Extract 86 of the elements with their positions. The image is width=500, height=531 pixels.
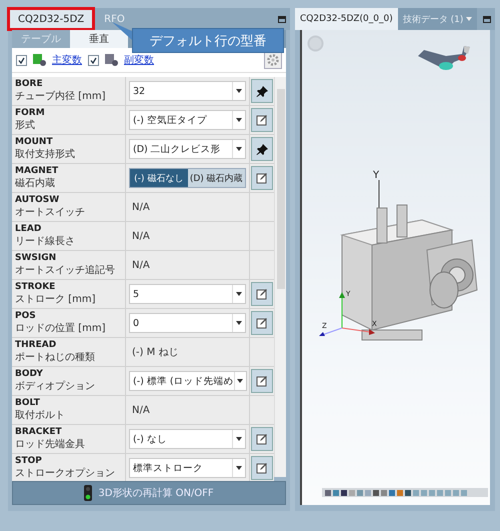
checkbox[interactable]	[16, 54, 27, 66]
maximize-icon[interactable]	[483, 16, 491, 22]
caret-icon[interactable]	[236, 118, 242, 122]
edit-button[interactable]	[251, 311, 273, 335]
parameter-name: 取付支持形式	[15, 148, 76, 161]
edit-icon	[256, 375, 268, 387]
caret-icon	[466, 17, 472, 21]
caret-icon[interactable]	[236, 466, 242, 470]
axis-label: Y	[373, 170, 380, 181]
parameter-name: ロッド先端金具	[15, 438, 86, 451]
dropdown-field[interactable]: (-) 標準 (ロッド先端め	[129, 371, 247, 391]
parameter-code: POS	[15, 311, 37, 321]
parameter-code: LEAD	[15, 224, 42, 234]
edit-icon	[256, 462, 268, 474]
annotation-callout: デフォルト行の型番	[132, 28, 284, 53]
dropdown-field[interactable]: 0	[129, 313, 246, 333]
value-text: N/A	[131, 404, 150, 416]
settings-icon	[267, 54, 279, 66]
edit-icon	[256, 114, 268, 126]
parameter-name: オートスイッチ追記号	[15, 264, 116, 277]
dropdown-field[interactable]: 32	[129, 81, 246, 101]
variable-link[interactable]: 主変数	[52, 53, 82, 67]
parameter-name: 取付ボルト	[15, 409, 66, 422]
edit-button[interactable]	[251, 282, 273, 306]
scrollbar[interactable]	[274, 77, 286, 477]
traffic-light-icon	[84, 485, 92, 501]
pin-icon	[256, 142, 268, 156]
caret-icon[interactable]	[237, 379, 244, 383]
parameter-code: MAGNET	[15, 166, 60, 176]
variable-icon	[105, 54, 118, 66]
view-tab[interactable]: 垂直	[70, 30, 128, 48]
parameter-name: リード線長さ	[15, 235, 76, 248]
edit-button[interactable]	[251, 369, 273, 393]
parameter-name: チューブ内径 [mm]	[15, 90, 106, 103]
dropdown-field[interactable]: 標準ストローク	[129, 458, 246, 478]
dropdown-field[interactable]: (D) 二山クレビス形	[129, 139, 246, 159]
parameter-name: ポートねじの種類	[15, 350, 96, 364]
viewer-tab[interactable]: CQ2D32-5DZ(0_0_0)	[295, 8, 398, 30]
edit-icon	[256, 172, 268, 184]
value-text: N/A	[131, 260, 150, 270]
parameter-name: オートスイッチ	[15, 206, 86, 219]
parameter-name: ストローク [mm]	[15, 293, 96, 306]
parameter-code: SWSIGN	[15, 253, 58, 263]
checkbox[interactable]	[88, 54, 99, 66]
value-text: N/A	[131, 202, 150, 212]
toggle-option[interactable]: (-) 磁石なし	[130, 169, 188, 187]
edit-button[interactable]	[251, 166, 273, 190]
parameter-code: BOLT	[15, 398, 41, 408]
value-text: N/A	[131, 230, 150, 242]
edit-icon	[256, 433, 268, 445]
parameter-name: ロッドの位置 [mm]	[15, 322, 106, 335]
pin-icon	[256, 84, 268, 98]
parameter-code: MOUNT	[15, 137, 54, 147]
parameter-name: 形式	[15, 118, 36, 132]
parameter-code: AUTOSW	[15, 195, 60, 205]
variable-icon	[33, 54, 46, 66]
dropdown-field[interactable]: (-) なし	[129, 429, 246, 449]
parameter-name: 磁石内蔵	[15, 176, 56, 190]
dropdown-field[interactable]: (-) 空気圧タイプ	[129, 110, 246, 130]
variable-link[interactable]: 副変数	[124, 53, 154, 67]
parameter-code: BODY	[15, 369, 44, 379]
parameter-code: FORM	[15, 108, 46, 118]
edit-icon	[256, 317, 268, 329]
edit-button[interactable]	[251, 456, 273, 480]
parameter-code: BORE	[15, 79, 44, 89]
caret-icon[interactable]	[236, 292, 242, 296]
caret-icon[interactable]	[236, 437, 242, 441]
document-tab[interactable]: CQ2D32-5DZ	[8, 8, 94, 30]
parameter-name: ストロークオプション	[15, 466, 116, 480]
value-text: (-) M ねじ	[131, 346, 178, 359]
pin-button[interactable]	[251, 79, 273, 103]
caret-icon[interactable]	[236, 321, 242, 325]
maximize-icon[interactable]	[278, 16, 286, 22]
parameter-name: ボディオプション	[15, 380, 96, 393]
parameter-code: STROKE	[15, 282, 56, 292]
caret-icon[interactable]	[236, 89, 242, 93]
pin-button[interactable]	[251, 137, 273, 161]
caret-icon[interactable]	[236, 147, 242, 151]
parameter-code: STOP	[15, 456, 43, 466]
edit-button[interactable]	[251, 427, 273, 451]
edit-button[interactable]	[251, 108, 273, 132]
toggle-option[interactable]: (D) 磁石内蔵	[188, 169, 245, 187]
parameter-code: THREAD	[15, 340, 58, 350]
dropdown-field[interactable]: 5	[129, 284, 246, 304]
edit-icon	[256, 288, 268, 300]
parameter-code: BRACKET	[15, 427, 63, 437]
